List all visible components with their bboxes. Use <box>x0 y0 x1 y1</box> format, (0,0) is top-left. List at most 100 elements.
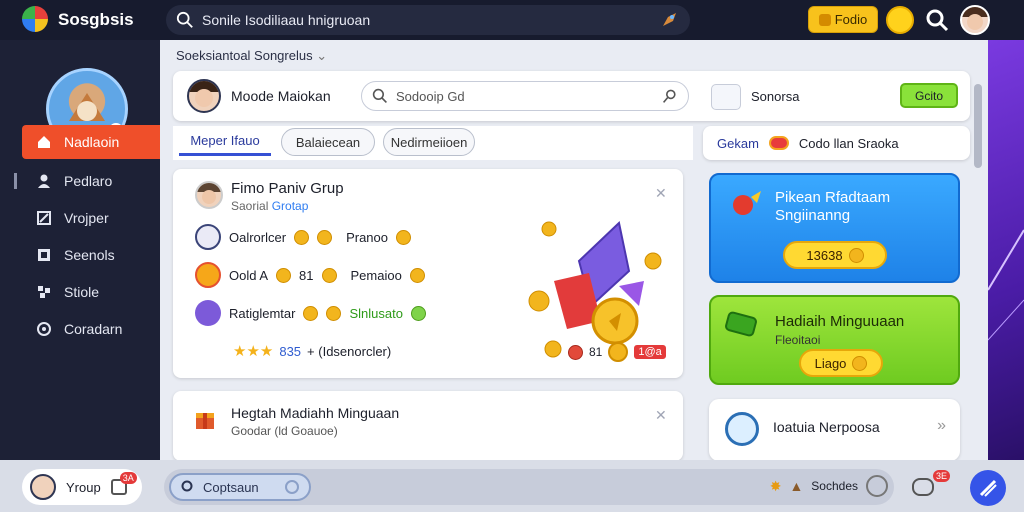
contact-actions: ✸ ▲ Sochdes <box>770 475 888 497</box>
clear-icon[interactable] <box>285 480 299 494</box>
promo-blue-button[interactable]: 13638 <box>783 241 887 269</box>
coin-icon <box>852 355 868 371</box>
rocket-icon <box>733 191 761 215</box>
face-icon <box>197 183 221 204</box>
promo-title-line: Sngiinanng <box>775 207 851 224</box>
group-subtitle-link[interactable]: Grotap <box>272 199 309 213</box>
sidebar-item-settings[interactable]: Coradarn <box>0 310 160 347</box>
face-icon <box>189 81 219 107</box>
side-link[interactable]: Gekam <box>717 136 759 151</box>
close-icon[interactable]: ✕ <box>655 407 667 424</box>
header-card: Moode Maiokan Sodooip Gd Sonorsa Gcito <box>173 71 970 121</box>
contact-input[interactable]: Coptsaun <box>169 473 311 501</box>
green-action-button[interactable]: Gcito <box>900 83 958 108</box>
group-avatar[interactable] <box>195 181 223 209</box>
scrollbar[interactable] <box>974 84 982 168</box>
notification-icon[interactable]: 3A <box>110 472 137 495</box>
sidebar-item-stiole[interactable]: Stiole <box>0 273 160 310</box>
row-label: Ratiglemtar <box>229 305 296 321</box>
minguaan-card[interactable]: Hegtah Madiahh Minguaan Goodar (ld Goauo… <box>173 391 683 461</box>
green-button-label: Gcito <box>914 88 943 103</box>
list-item[interactable]: Ratiglemtar Slnlusato <box>195 300 426 326</box>
ruby-icon <box>568 344 583 360</box>
search-icon <box>181 480 193 492</box>
group-title: Fimo Paniv Grup <box>231 180 344 197</box>
settings-icon[interactable] <box>866 475 888 497</box>
stars-text: + (Idsenorcler) <box>307 343 392 359</box>
sparkle-icon[interactable]: ✸ <box>770 478 782 495</box>
promo-card-green[interactable]: Hadiaih Minguuaan Fleoitaoi Liago <box>709 295 960 385</box>
sidebar: Nadlaoin Pedlaro Vrojper Seenols Stiole … <box>0 40 160 460</box>
group-switcher[interactable]: Yroup 3A <box>22 469 142 505</box>
promo-title: Hadiaih Minguuaan <box>775 313 905 330</box>
tab-balaiecean[interactable]: Balaiecean <box>281 128 375 156</box>
search-icon <box>176 11 193 28</box>
emoji-icon[interactable] <box>886 6 914 34</box>
chevron-right-icon[interactable]: » <box>937 417 946 435</box>
search-icon[interactable] <box>925 8 949 32</box>
rocket-icon[interactable] <box>660 11 680 29</box>
magnifier-icon[interactable] <box>662 88 678 104</box>
list-item[interactable]: Oold A 81 Pemaioo <box>195 262 425 288</box>
user-icon <box>38 174 50 188</box>
list-item[interactable]: Oalrorlcer Pranoo <box>195 224 411 250</box>
reward-value: 81 <box>589 345 603 359</box>
row-label: Oalrorlcer <box>229 229 287 245</box>
sidebar-item-label: Nadlaoin <box>64 134 120 150</box>
card-search-input[interactable]: Sodooip Gd <box>361 81 689 111</box>
row-value: 81 <box>299 267 314 283</box>
tab-meper[interactable]: Meper Ifauo <box>179 128 271 156</box>
sidebar-item-label: Seenols <box>64 246 115 263</box>
coin-icon <box>818 13 831 26</box>
tab-nedirmeiioen[interactable]: Nedirmeiioen <box>383 128 475 156</box>
nav-marker <box>14 173 17 189</box>
user-avatar[interactable] <box>187 79 221 113</box>
puzzle-icon <box>38 285 50 298</box>
search-icon <box>372 88 387 103</box>
coin-icon <box>317 229 333 245</box>
battery-icon <box>725 311 757 337</box>
medal-icon <box>195 262 221 288</box>
profile-avatar[interactable] <box>960 5 990 35</box>
coin-icon <box>294 229 310 245</box>
tabs-bar: Meper Ifauo Balaiecean Nedirmeiioen <box>173 126 693 160</box>
light-streak-icon <box>988 229 1024 341</box>
group-label: Yroup <box>66 479 101 495</box>
sidebar-item-seenols[interactable]: Seenols <box>0 236 160 273</box>
promo-green-button[interactable]: Liago <box>799 349 883 377</box>
stars-icon: ★★★ <box>233 343 274 360</box>
sidebar-item-label: Vrojper <box>64 209 109 226</box>
row-label: Oold A <box>229 267 269 283</box>
coin-icon <box>409 267 425 283</box>
premium-button[interactable]: Fodio <box>808 6 878 33</box>
sidebar-item-projects[interactable]: Vrojper <box>0 199 160 236</box>
home-icon <box>38 136 50 148</box>
promo-card-white[interactable]: Ioatuia Nerpoosa » <box>709 399 960 461</box>
robot-icon <box>195 300 221 326</box>
row-extra: Pemaioo <box>350 267 402 283</box>
premium-button-label: Fodio <box>834 12 868 27</box>
card-search-text: Sodooip Gd <box>396 88 465 104</box>
flag-icon <box>37 210 51 225</box>
tools-button[interactable] <box>970 470 1006 506</box>
user-name: Moode Maiokan <box>231 88 331 104</box>
sidebar-item-home[interactable]: Nadlaoin <box>22 125 160 159</box>
global-search-input[interactable]: Sonile Isodiliaau hnigruoan <box>166 5 690 35</box>
side-link-card[interactable]: Gekam Codo llan Sraoka <box>703 126 970 160</box>
breadcrumb[interactable]: Soeksiantoal Songrelus ⌄ <box>176 48 327 64</box>
hat-icon[interactable]: ▲ <box>789 478 803 494</box>
group-card: Fimo Paniv Grup Saorial Grotap ✕ Oalrorl… <box>173 169 683 378</box>
coin-icon <box>326 305 342 321</box>
chat-badge: 3E <box>932 470 950 482</box>
contact-bar: Coptsaun ✸ ▲ Sochdes <box>164 469 894 505</box>
row-extra: Slnlusato <box>349 305 403 321</box>
coin-icon <box>276 267 292 283</box>
app-logo-icon[interactable] <box>22 6 48 32</box>
card-subtitle: Goodar (ld Goauoe) <box>231 424 338 438</box>
tab-label: Meper Ifauo <box>190 133 260 148</box>
sidebar-item-profile[interactable]: Pedlaro <box>0 162 160 199</box>
chat-icon[interactable]: 3E <box>912 470 950 496</box>
notification-badge: 3A <box>119 472 137 484</box>
promo-card-blue[interactable]: Pikean Rfadtaam Sngiinanng 13638 <box>709 173 960 283</box>
badge-icon <box>725 412 759 446</box>
